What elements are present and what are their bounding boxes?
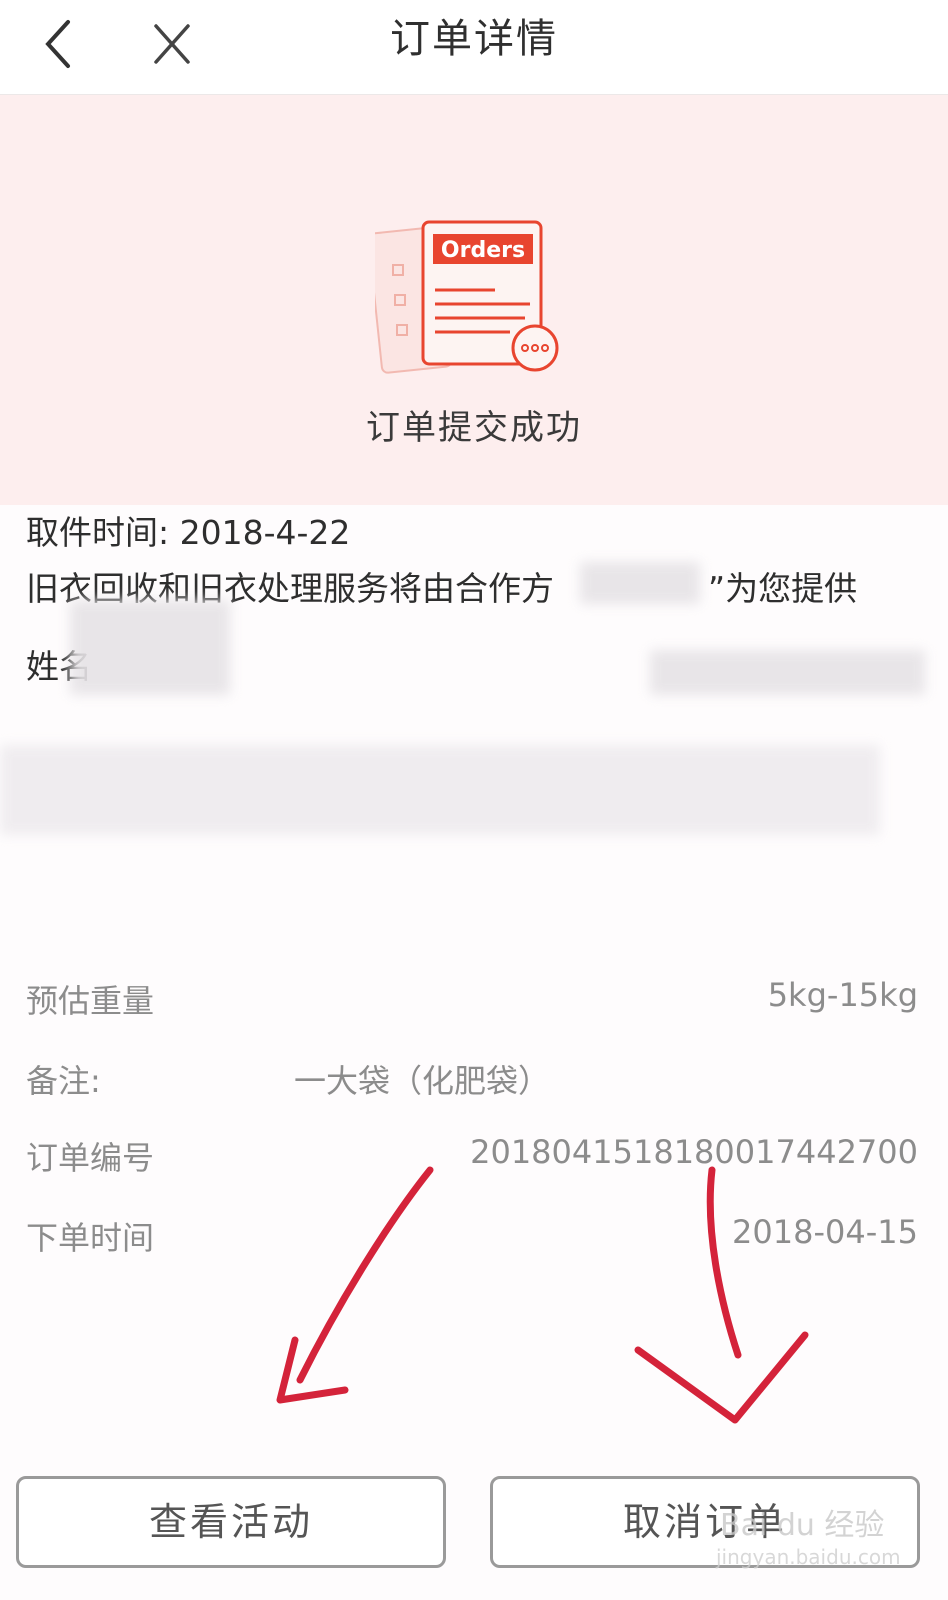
left-arrow-annotation bbox=[276, 1166, 434, 1404]
weight-value: 5kg-15kg bbox=[767, 976, 918, 1014]
right-arrow-annotation bbox=[634, 1166, 809, 1424]
note-value: 一大袋（化肥袋） bbox=[294, 1062, 551, 1100]
redacted-name bbox=[70, 600, 230, 695]
order-number-label: 订单编号 bbox=[26, 1139, 155, 1177]
redacted-address bbox=[0, 745, 880, 835]
weight-row: 预估重量 5kg-15kg bbox=[26, 976, 918, 1026]
redacted-partner bbox=[580, 562, 700, 604]
order-time-label: 下单时间 bbox=[26, 1219, 155, 1257]
order-time-row: 下单时间 2018-04-15 bbox=[26, 1213, 918, 1263]
note-label: 备注: bbox=[26, 1062, 101, 1100]
note-row: 备注: 一大袋（化肥袋） bbox=[26, 1056, 918, 1106]
order-status-text: 订单提交成功 bbox=[366, 408, 582, 448]
order-number-row: 订单编号 201804151818​0017442700 bbox=[26, 1133, 918, 1183]
order-success-banner: Orders 订单提交成功 bbox=[0, 95, 948, 505]
nav-bar: 订单详情 bbox=[0, 0, 948, 95]
order-time-value: 2018-04-15 bbox=[732, 1213, 918, 1251]
service-notice-end: ”为您提供 bbox=[708, 569, 858, 608]
order-number-value: 201804151818​0017442700 bbox=[470, 1133, 918, 1171]
page-title: 订单详情 bbox=[390, 16, 558, 62]
orders-icon-label: Orders bbox=[441, 238, 525, 263]
baidu-watermark: Bai du 经验 bbox=[720, 1508, 885, 1543]
pickup-time: 取件时间: 2018-4-22 bbox=[26, 513, 351, 552]
view-activity-button[interactable]: 查看活动 bbox=[16, 1476, 446, 1568]
weight-label: 预估重量 bbox=[26, 982, 155, 1020]
redacted-phone bbox=[650, 650, 925, 695]
orders-document-icon: Orders bbox=[375, 220, 559, 374]
baidu-watermark-url: jingyan.baidu.com bbox=[716, 1545, 901, 1569]
